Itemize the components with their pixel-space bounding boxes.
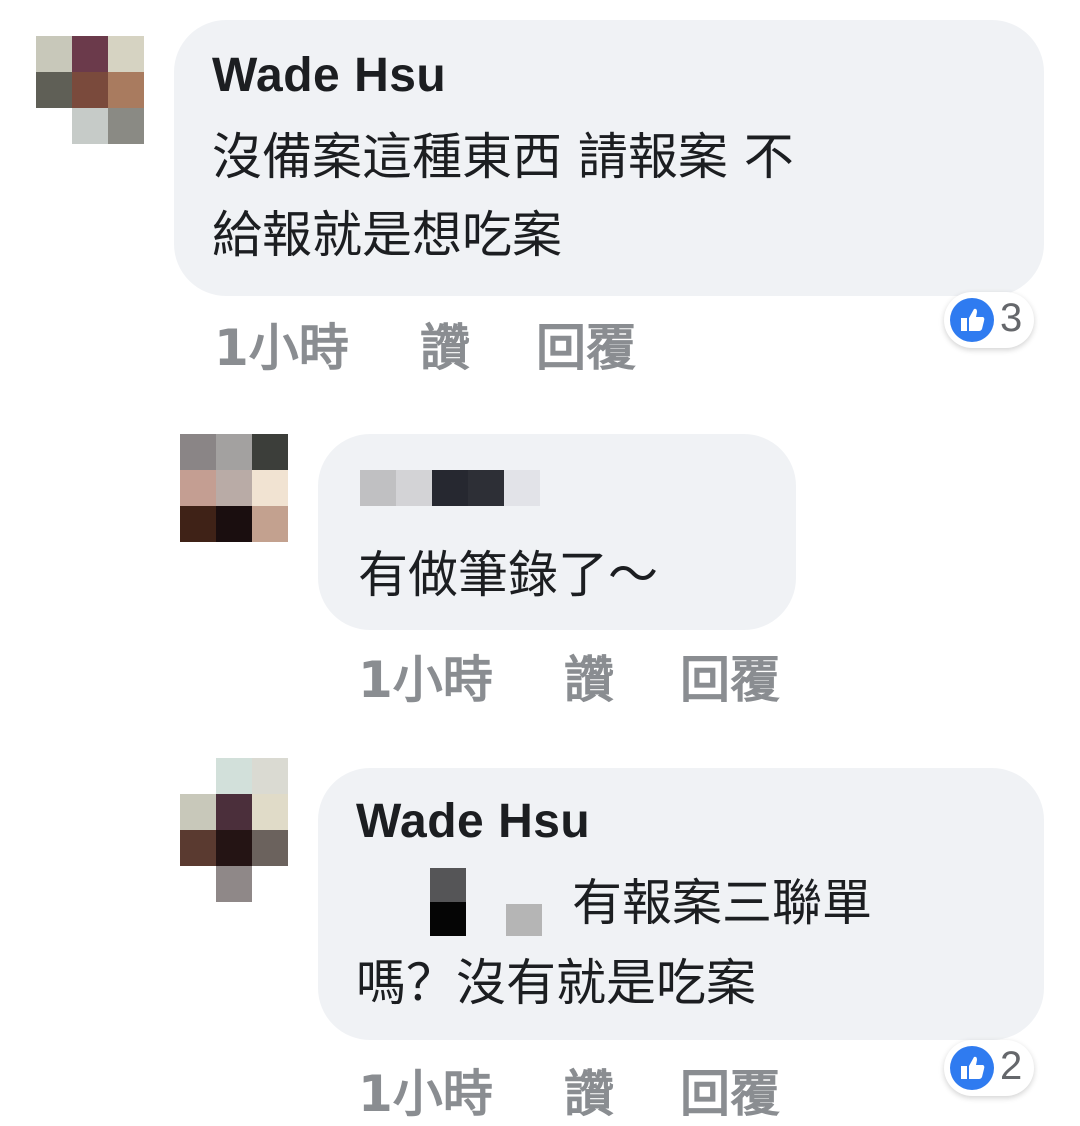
avatar-pixel [216, 794, 252, 830]
avatar-pixel [216, 866, 252, 902]
avatar-pixel [180, 794, 216, 830]
avatar-pixel [180, 830, 216, 866]
reply-button[interactable]: 回覆 [680, 1054, 780, 1126]
redacted-mention [430, 868, 544, 936]
reaction-count: 2 [1000, 1044, 1023, 1088]
comment-actions: 1小時 讚 回覆 [358, 1054, 958, 1123]
avatar-pixel [252, 794, 288, 830]
like-button[interactable]: 讚 [564, 1054, 614, 1126]
comment-bubble: Wade Hsu 有報案三聯單 嗎？沒有就是吃案 [318, 768, 1044, 1040]
avatar-pixel [216, 758, 252, 794]
comment-author[interactable]: Wade Hsu [356, 794, 590, 849]
avatar-pixel [252, 830, 288, 866]
avatar-pixel [252, 758, 288, 794]
commenter-avatar[interactable] [180, 758, 300, 904]
comment-timestamp[interactable]: 1小時 [358, 1054, 493, 1126]
comment-3: Wade Hsu 有報案三聯單 嗎？沒有就是吃案 2 1小時 讚 回覆 [0, 0, 1080, 1123]
comment-text-line-2: 嗎？沒有就是吃案 [356, 954, 756, 1012]
comment-text-line-1: 有報案三聯單 [572, 874, 872, 932]
avatar-pixel [216, 830, 252, 866]
